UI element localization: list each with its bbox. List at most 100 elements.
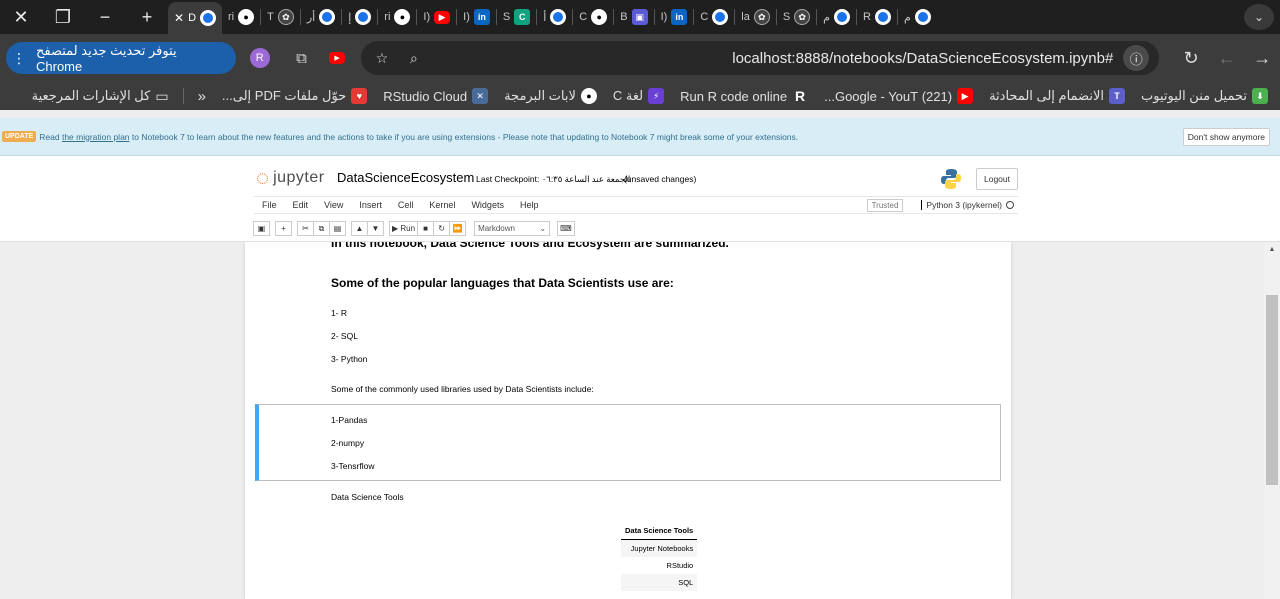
bookmark-0[interactable]: ⬇ تحميل منن اليوتيوب (1133, 88, 1276, 104)
restore-window-icon[interactable]: ❐ (42, 0, 84, 34)
tab-5[interactable]: ri ● (378, 3, 416, 31)
minimize-window-icon[interactable]: − (84, 0, 126, 34)
tab-1[interactable]: ri ● (222, 3, 260, 31)
scroll-up-icon[interactable]: ▲ (1264, 242, 1280, 256)
bookmark-7[interactable]: ♥ حوّل ملفات PDF إلى... (214, 88, 375, 104)
menu-edit[interactable]: Edit (285, 200, 317, 210)
tab-18[interactable]: م (898, 3, 937, 31)
bookmark-6[interactable]: ✕ RStudio Cloud (375, 88, 496, 104)
new-tab-icon[interactable]: + (126, 0, 168, 34)
languages-heading: Some of the popular languages that Data … (331, 276, 674, 290)
menu-help[interactable]: Help (512, 200, 547, 210)
tab-search-icon[interactable]: ⌄ (1244, 4, 1274, 30)
keyboard-icon[interactable]: ⌨ (557, 221, 575, 236)
menu-view[interactable]: View (316, 200, 351, 210)
tab-10[interactable]: C ● (573, 3, 613, 31)
tab-6[interactable]: I) ▶ (417, 3, 456, 31)
tab-17[interactable]: R (857, 3, 897, 31)
tab-label: أر (306, 11, 316, 24)
run-button[interactable]: ▶ Run (389, 221, 419, 236)
site-info-icon[interactable]: ⓘ (1123, 45, 1150, 71)
migration-plan-link[interactable]: the migration plan (62, 132, 130, 142)
reload-icon[interactable]: ↻ (1173, 43, 1209, 73)
bookmark-label: تحميل منن اليوتيوب (1140, 88, 1247, 103)
paste-icon[interactable]: ▤ (329, 221, 346, 236)
menu-cell[interactable]: Cell (390, 200, 422, 210)
linkedin-icon: in (473, 9, 490, 25)
chrome-icon (200, 10, 217, 26)
menu-kernel[interactable]: Kernel (421, 200, 463, 210)
extensions-icon[interactable]: ⧉ (288, 44, 316, 72)
menu-insert[interactable]: Insert (351, 200, 390, 210)
all-bookmarks[interactable]: ▭ كل الإشارات المرجعية (24, 88, 177, 105)
back-icon[interactable]: → (1244, 43, 1280, 73)
interrupt-icon[interactable]: ■ (417, 221, 435, 236)
bookmark-4[interactable]: ⚡ لغة C (605, 88, 672, 104)
copy-icon[interactable]: ⧉ (313, 221, 330, 236)
scroll-thumb[interactable] (1266, 295, 1278, 485)
tab-15[interactable]: S ✿ (777, 3, 816, 31)
tab-4[interactable]: إ (342, 3, 377, 31)
jupyter-mark-icon: ◌ (256, 165, 270, 190)
tab-label: la (741, 11, 750, 23)
close-tab-icon[interactable]: ✕ (174, 11, 184, 25)
tab-2[interactable]: T ✿ (261, 3, 300, 31)
banner-text: Read (39, 131, 62, 142)
tab-label: T (267, 11, 274, 23)
bookmark-1[interactable]: T الانضمام إلى المحادثة (981, 88, 1133, 104)
trusted-indicator[interactable]: Trusted (866, 198, 904, 212)
jupyter-logo[interactable]: ◌ jupyter (256, 165, 325, 190)
star-icon[interactable]: ☆ (371, 47, 393, 69)
tab-7[interactable]: I) in (457, 3, 496, 31)
move-down-icon[interactable]: ▼ (367, 221, 384, 236)
move-up-icon[interactable]: ▲ (351, 221, 368, 236)
cell-type-select[interactable]: Markdown ⌄ (474, 221, 551, 236)
tab-13[interactable]: C (694, 3, 734, 31)
tab-8[interactable]: SC (497, 3, 536, 31)
folder-icon: ▭ (155, 87, 169, 104)
menu-dots-icon: ⋮ (12, 49, 26, 66)
banner-text: to Notebook 7 to learn about the new fea… (129, 131, 799, 142)
address-bar[interactable]: ☆ ⌕ localhost:8888/notebooks/DataScience… (360, 41, 1160, 75)
profile-avatar[interactable]: R (249, 48, 270, 68)
tab-label: م (903, 11, 911, 24)
search-icon[interactable]: ⌕ (403, 47, 425, 69)
bookmark-5[interactable]: ● لابات البرمجة (496, 88, 605, 104)
save-icon[interactable]: ▣ (253, 221, 270, 236)
chrome-update-button[interactable]: ⋮ يتوفر تحديث جديد لمتصفح Chrome (6, 42, 236, 74)
bookmark-2[interactable]: ▶ (221) Google - YouT... (816, 88, 981, 104)
tab-label: D (188, 12, 197, 24)
page-scrollbar[interactable]: ▲ (1264, 242, 1280, 599)
tab-12[interactable]: I) in (655, 3, 694, 31)
tab-label: I) (423, 11, 431, 23)
more-bookmarks-icon[interactable]: « (190, 88, 214, 105)
tab-label: C (700, 11, 709, 23)
cut-icon[interactable]: ✂ (297, 221, 314, 236)
browser-toolbar: ⋮ يتوفر تحديث جديد لمتصفح Chrome R ⧉ ▶ ☆… (0, 34, 1280, 82)
menu-widgets[interactable]: Widgets (463, 200, 512, 210)
youtube-extension-icon[interactable]: ▶ (323, 44, 351, 72)
restart-run-all-icon[interactable]: ⏩ (449, 221, 467, 236)
close-window-icon[interactable]: ✕ (0, 0, 42, 34)
logout-button[interactable]: Logout (976, 168, 1018, 190)
forward-icon[interactable]: ← (1209, 43, 1245, 73)
book-icon: ▣ (631, 9, 648, 25)
kernel-name: Python 3 (ipykernel) (921, 200, 1002, 210)
tab-9[interactable]: أ (537, 3, 572, 31)
tab-3[interactable]: أر (301, 3, 341, 31)
bookmark-3[interactable]: R Run R code online (672, 88, 816, 104)
tab-14[interactable]: la ✿ (735, 3, 776, 31)
insert-cell-icon[interactable]: + (275, 221, 292, 236)
tab-label: إ (348, 11, 352, 24)
tools-table: Data Science Tools Jupyter Notebooks RSt… (621, 522, 698, 591)
restart-icon[interactable]: ↻ (433, 221, 451, 236)
url-text[interactable]: localhost:8888/notebooks/DataScienceEcos… (732, 50, 1113, 67)
tab-16[interactable]: م (817, 3, 856, 31)
notebook-name[interactable]: DataScienceEcosystem (337, 170, 474, 185)
library-item: 3-Tensrflow (331, 461, 375, 471)
menu-file[interactable]: File (254, 200, 285, 210)
tab-11[interactable]: B ▣ (614, 3, 653, 31)
tab-0[interactable]: ✕ D (168, 2, 223, 34)
dont-show-button[interactable]: Don't show anymore (1182, 127, 1270, 146)
github-icon: ● (394, 9, 411, 25)
